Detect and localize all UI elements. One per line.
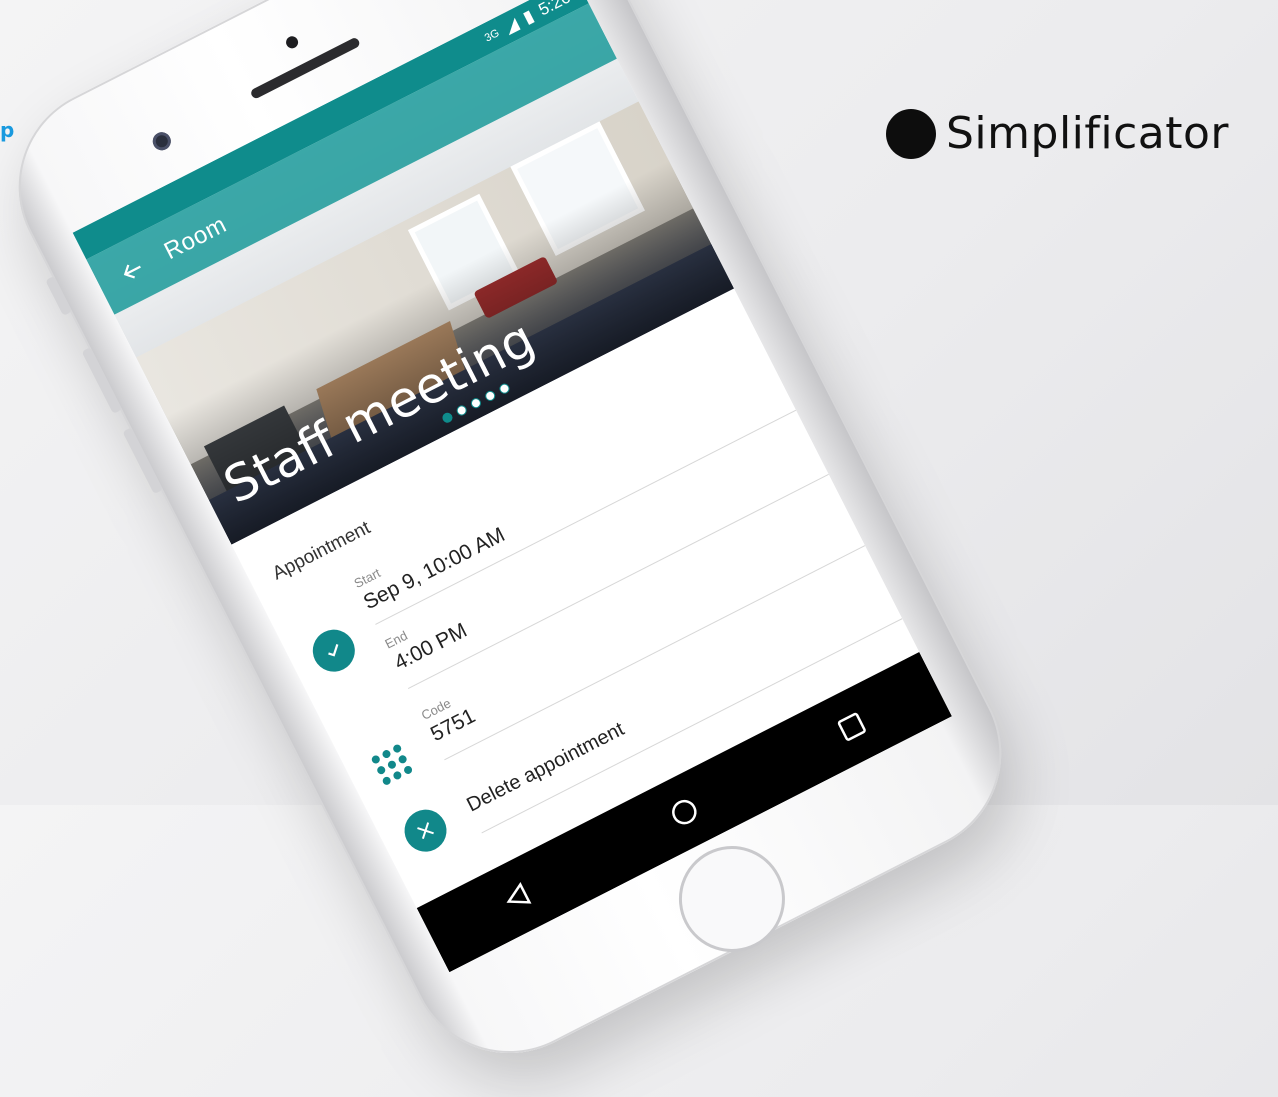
square-recents-icon[interactable] [820, 695, 885, 760]
start-value[interactable]: Sep 9, 10:00 AM [360, 523, 509, 615]
toolbar-title: Room [159, 211, 231, 266]
check-icon [305, 622, 363, 679]
brand-dot-icon [886, 108, 936, 159]
circle-home-icon[interactable] [652, 780, 717, 845]
triangle-back-icon[interactable] [485, 865, 550, 930]
battery-icon: ▮ [519, 6, 537, 28]
signal-icon: ◢ [501, 14, 522, 37]
brand-logo: Simplificator [886, 108, 1229, 159]
phone-device: Staff meeting 3G ◢ ▮ 5:26 Room Appointme… [0, 0, 1036, 1088]
brand-name: Simplificator [946, 108, 1230, 159]
dialpad-icon [364, 736, 420, 792]
close-icon[interactable] [397, 802, 454, 859]
arrow-left-icon[interactable] [100, 238, 165, 303]
network-type: 3G [482, 27, 502, 45]
